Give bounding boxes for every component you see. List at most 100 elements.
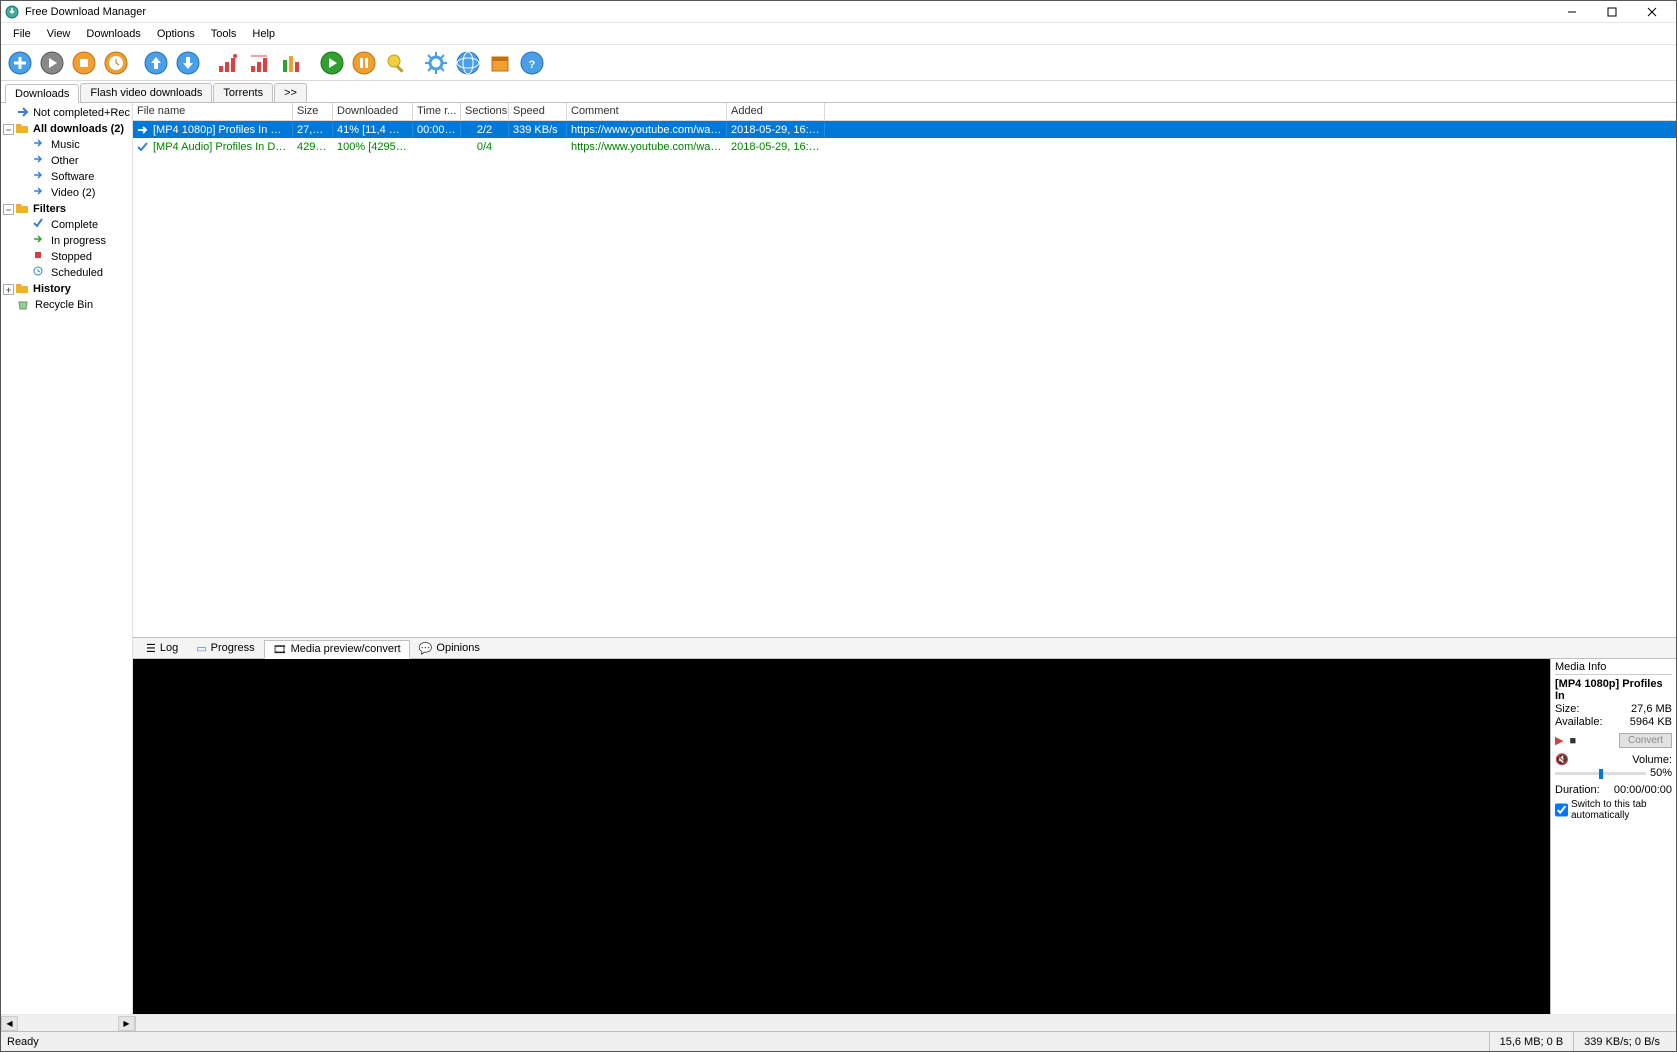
move-down-button[interactable] xyxy=(173,48,203,78)
download-row[interactable]: [MP4 1080p] Profiles In Disco: ... 27,6 … xyxy=(133,121,1676,138)
add-download-button[interactable] xyxy=(5,48,35,78)
tree-software[interactable]: Software xyxy=(1,169,132,185)
library-button[interactable] xyxy=(485,48,515,78)
tab-torrents[interactable]: Torrents xyxy=(213,83,273,102)
tree-scheduled[interactable]: Scheduled xyxy=(1,265,132,281)
tree-label: Music xyxy=(51,139,80,151)
convert-button[interactable]: Convert xyxy=(1619,733,1672,748)
col-size[interactable]: Size xyxy=(293,103,333,120)
tree-label: Other xyxy=(51,155,79,167)
menu-help[interactable]: Help xyxy=(244,26,283,42)
start-button[interactable] xyxy=(37,48,67,78)
list-icon: ☰ xyxy=(146,642,156,655)
tab-downloads[interactable]: Downloads xyxy=(5,84,79,103)
arrow-icon xyxy=(33,234,47,248)
minimize-button[interactable] xyxy=(1552,2,1592,22)
stats1-button[interactable] xyxy=(213,48,243,78)
cell-time xyxy=(413,146,461,148)
tree-not-completed[interactable]: Not completed+Rec xyxy=(1,105,132,121)
media-preview[interactable] xyxy=(133,659,1550,1014)
switch-checkbox[interactable] xyxy=(1555,799,1568,821)
tree-filters[interactable]: −Filters xyxy=(1,201,132,217)
btab-progress[interactable]: ▭Progress xyxy=(187,639,263,658)
folder-icon xyxy=(15,122,29,136)
menu-downloads[interactable]: Downloads xyxy=(78,26,148,42)
btab-label: Opinions xyxy=(436,642,479,654)
tree-label: All downloads (2) xyxy=(33,123,124,135)
browser-button[interactable] xyxy=(453,48,483,78)
stop-icon[interactable]: ■ xyxy=(1569,735,1576,747)
status-ready: Ready xyxy=(7,1036,1489,1048)
col-added[interactable]: Added xyxy=(727,103,825,120)
col-downloaded[interactable]: Downloaded xyxy=(333,103,413,120)
settings-button[interactable] xyxy=(421,48,451,78)
titlebar: Free Download Manager xyxy=(1,1,1676,23)
btab-log[interactable]: ☰Log xyxy=(137,639,187,658)
clock-icon xyxy=(33,266,47,280)
volume-slider[interactable] xyxy=(1555,772,1646,775)
avail-value: 5964 KB xyxy=(1630,716,1672,728)
expand-icon[interactable]: + xyxy=(3,284,14,295)
menu-file[interactable]: File xyxy=(5,26,39,42)
col-file[interactable]: File name xyxy=(133,103,293,120)
cell-sections: 2/2 xyxy=(461,123,509,137)
tree-other[interactable]: Other xyxy=(1,153,132,169)
pause-all-button[interactable] xyxy=(349,48,379,78)
check-icon xyxy=(33,218,47,232)
media-info-panel: Media Info [MP4 1080p] Profiles In Size:… xyxy=(1550,659,1676,1014)
scroll-track[interactable] xyxy=(18,1016,118,1031)
col-sections[interactable]: Sections xyxy=(461,103,509,120)
col-speed[interactable]: Speed xyxy=(509,103,567,120)
cell-added: 2018-05-29, 16:45:01 xyxy=(727,123,825,137)
tree-history[interactable]: +History xyxy=(1,281,132,297)
tree-all-downloads[interactable]: − All downloads (2) xyxy=(1,121,132,137)
collapse-icon[interactable]: − xyxy=(3,204,14,215)
move-up-button[interactable] xyxy=(141,48,171,78)
cell-comment: https://www.youtube.com/watch ... xyxy=(567,123,727,137)
btab-label: Progress xyxy=(211,642,255,654)
cell-time: 00:00:48 xyxy=(413,123,461,137)
chat-icon: 💬 xyxy=(419,642,433,655)
maximize-button[interactable] xyxy=(1592,2,1632,22)
menu-options[interactable]: Options xyxy=(149,26,203,42)
scroll-left-button[interactable]: ◀ xyxy=(1,1016,18,1031)
close-button[interactable] xyxy=(1632,2,1672,22)
stop-icon xyxy=(33,250,47,264)
start-all-button[interactable] xyxy=(317,48,347,78)
scroll-right-button[interactable]: ▶ xyxy=(118,1016,135,1031)
tree-video[interactable]: Video (2) xyxy=(1,185,132,201)
downloading-icon xyxy=(137,125,151,135)
tree-stopped[interactable]: Stopped xyxy=(1,249,132,265)
media-icon: 🎞 xyxy=(273,643,287,656)
download-row[interactable]: [MP4 Audio] Profiles In Disco ... 4295 .… xyxy=(133,138,1676,155)
stats2-button[interactable] xyxy=(245,48,275,78)
tree-label: Complete xyxy=(51,219,98,231)
cell-speed xyxy=(509,146,567,148)
tab-flash[interactable]: Flash video downloads xyxy=(80,83,212,102)
tab-more[interactable]: >> xyxy=(274,83,307,102)
stats3-button[interactable] xyxy=(277,48,307,78)
app-icon xyxy=(5,5,19,19)
menu-view[interactable]: View xyxy=(39,26,79,42)
help-button[interactable]: ? xyxy=(517,48,547,78)
col-comment[interactable]: Comment xyxy=(567,103,727,120)
find-button[interactable] xyxy=(381,48,411,78)
btab-media[interactable]: 🎞Media preview/convert xyxy=(264,640,410,659)
status-speed: 339 KB/s; 0 B/s xyxy=(1573,1032,1670,1051)
cell-speed: 339 KB/s xyxy=(509,123,567,137)
schedule-button[interactable] xyxy=(101,48,131,78)
stop-button[interactable] xyxy=(69,48,99,78)
tree-in-progress[interactable]: In progress xyxy=(1,233,132,249)
mute-icon[interactable]: 🔇 xyxy=(1555,753,1569,766)
tree-recycle[interactable]: Recycle Bin xyxy=(1,297,132,313)
tree-music[interactable]: Music xyxy=(1,137,132,153)
collapse-icon[interactable]: − xyxy=(3,124,14,135)
play-icon[interactable]: ▶ xyxy=(1555,734,1563,747)
tree-label: Recycle Bin xyxy=(35,299,93,311)
btab-opinions[interactable]: 💬Opinions xyxy=(410,639,489,658)
folder-icon xyxy=(15,202,29,216)
main-scroll-track[interactable] xyxy=(135,1016,1676,1031)
col-time[interactable]: Time r... xyxy=(413,103,461,120)
menu-tools[interactable]: Tools xyxy=(203,26,245,42)
tree-complete[interactable]: Complete xyxy=(1,217,132,233)
